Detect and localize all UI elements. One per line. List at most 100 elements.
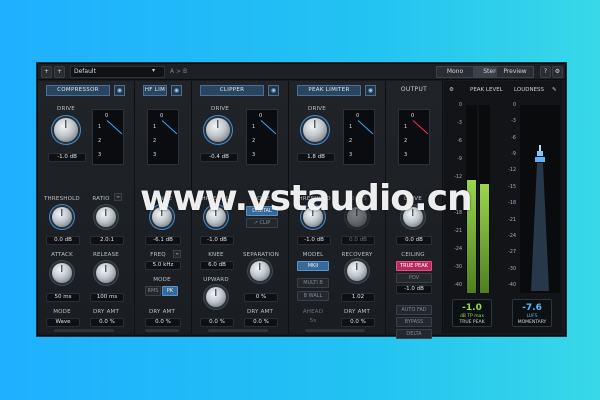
ceiling-pov[interactable]: POV [396,273,432,283]
drive-value[interactable]: -1.0 dB [48,153,86,162]
bypass-button[interactable]: BYPASS [396,317,432,327]
graph-num: 2 [349,138,353,144]
pl-dry-label: DRY AMT [343,309,371,315]
out-drive-value[interactable]: 0.0 dB [396,236,432,245]
model-mkii[interactable]: MKII [297,261,329,271]
threshold-value[interactable]: 0.0 dB [46,236,80,245]
settings-icon[interactable]: ⚙ [552,66,563,78]
hf-lim-power-icon[interactable]: ◉ [171,85,182,96]
recovery-value[interactable]: 1.02 [341,293,375,302]
ahead-value[interactable]: 5s [297,318,329,324]
hf-mode-pk[interactable]: PK [162,286,178,296]
clip-drive-value[interactable]: -0.4 dB [200,153,238,162]
scale-tick: 0 [458,103,462,108]
add-preset-button[interactable]: + [54,66,65,78]
scale-tick: -21 [508,217,516,223]
ratio-knob[interactable] [96,207,116,227]
range-value[interactable]: -6.1 dB [145,236,181,245]
delta-button[interactable]: DELTA [396,329,432,339]
graph-num: 3 [349,152,353,158]
true-peak-readout: -1.0 dB TP max TRUE PEAK [452,299,492,327]
compressor-power-icon[interactable]: ◉ [114,85,125,96]
scrollbar[interactable] [305,329,365,332]
plus-icon[interactable]: + [41,66,52,78]
clip-mode-clip[interactable]: ↗ CLIP [246,218,278,228]
pl-dry-value[interactable]: 0.0 % [341,318,375,327]
wrench-icon[interactable]: ✎ [552,87,557,93]
clip-dry-label: DRY AMT [246,309,274,315]
help-button[interactable]: ? [540,66,551,78]
graph-num: 1 [98,124,102,130]
clip-drive-knob[interactable] [206,118,230,142]
scale-tick: -40 [454,283,462,288]
attack-knob[interactable] [52,263,72,283]
graph-num: 3 [153,152,157,158]
momentary-value: -7.6 [522,303,542,313]
model-b-wall[interactable]: B WALL [297,291,329,301]
model-multi-b[interactable]: MULTI B [297,278,329,288]
graph-num: 3 [98,152,102,158]
ceiling-value[interactable]: -1.0 dB [396,285,432,294]
hf-mode-rms[interactable]: RMS [145,286,161,296]
ratio-value[interactable]: 2.0:1 [90,236,124,245]
focus-value[interactable]: 0.0 dB [341,236,375,245]
gear-icon[interactable]: ⚙ [449,87,454,93]
knee-value[interactable]: 6.0 dB [200,261,234,270]
clipper-title[interactable]: CLIPPER [200,85,264,96]
hf-dry-value[interactable]: 0.0 % [145,318,181,327]
pl-drive-label: DRIVE [308,106,326,112]
scale-tick: -12 [508,168,516,174]
freq-value[interactable]: 5.0 kHz [145,261,181,270]
dry-amt-value[interactable]: 0.0 % [90,318,124,327]
scrollbar[interactable] [145,329,179,332]
clipper-power-icon[interactable]: ◉ [268,85,279,96]
clipper-graph: 0 1 2 3 [246,109,278,165]
peak-limiter-title[interactable]: PEAK LIMITER [297,85,361,96]
momentary-readout: -7.6 LUFS MOMENTARY [512,299,552,327]
threshold-knob[interactable] [52,207,72,227]
recovery-knob[interactable] [347,261,367,281]
chevron-down-icon[interactable]: ▾ [150,66,157,76]
graph-num: 0 [356,113,360,119]
separation-knob[interactable] [250,261,270,281]
graph-num: 3 [252,152,256,158]
pl-threshold-value[interactable]: -1.0 dB [297,236,331,245]
scale-tick: -40 [508,283,516,288]
mode-mono[interactable]: Mono [436,66,474,78]
auto-fad-button[interactable]: AUTO FAD [396,305,432,315]
hf-lim-graph: 0 1 2 3 [147,109,179,165]
release-knob[interactable] [96,263,116,283]
peak-limiter-power-icon[interactable]: ◉ [365,85,376,96]
loudness-meter [520,105,560,293]
pl-drive-knob[interactable] [303,118,327,142]
mode-select[interactable]: Wave [46,318,80,327]
attack-value[interactable]: 50 ms [46,293,80,302]
mode-preview[interactable]: Preview [496,66,534,78]
release-label: RELEASE [93,252,119,258]
graph-num: 1 [349,124,353,130]
upward-knob[interactable] [206,287,226,307]
scale-tick: -9 [511,152,516,158]
clip-dry-value[interactable]: 0.0 % [244,318,278,327]
graph-num: 2 [404,138,408,144]
upward-value[interactable]: 0.0 % [200,318,234,327]
ratio-label: RATIO [92,196,110,202]
ceiling-true-peak[interactable]: TRUE PEAK [396,261,432,271]
hf-lim-title[interactable]: HF LIM [143,85,167,96]
drive-knob[interactable] [54,118,78,142]
scale-tick: -30 [508,266,516,272]
separation-value[interactable]: 0 % [244,293,278,302]
peak-level-title: PEAK LEVEL [470,87,503,93]
scrollbar[interactable] [208,329,268,332]
ratio-menu-icon[interactable]: ≡ [114,193,122,201]
scrollbar[interactable] [54,329,114,332]
clip-threshold-value[interactable]: -1.0 dB [200,236,234,245]
compressor-title[interactable]: COMPRESSOR [46,85,110,96]
scale-tick: -24 [454,247,462,252]
release-value[interactable]: 100 ms [90,293,124,302]
ab-compare[interactable]: A > B [170,66,187,77]
scale-tick: -24 [508,233,516,239]
graph-num: 0 [411,113,415,119]
pl-drive-value[interactable]: 1.8 dB [297,153,335,162]
freq-menu-icon[interactable]: ≡ [173,250,181,258]
